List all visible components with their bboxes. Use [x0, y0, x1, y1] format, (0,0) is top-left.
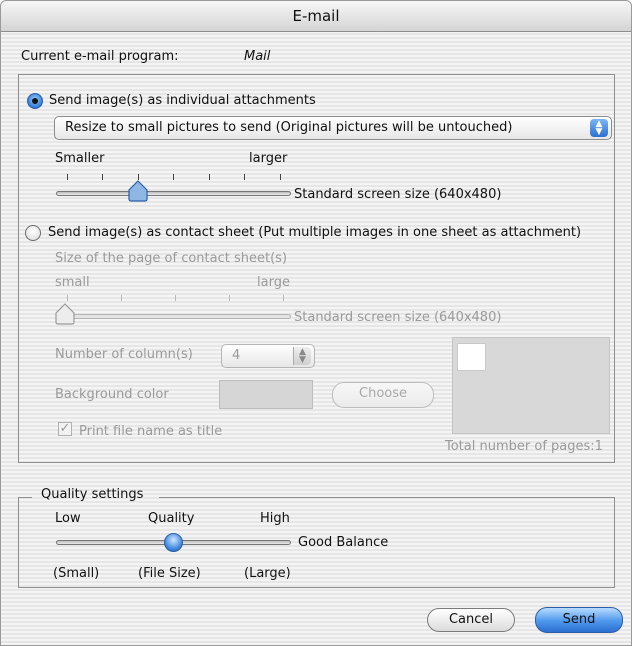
print-name-label[interactable]: Print file name as title — [79, 424, 222, 439]
contact-sheet-label[interactable]: Send image(s) as contact sheet (Put mult… — [48, 225, 581, 240]
page-slider-value-label: Standard screen size (640x480) — [294, 310, 502, 325]
slider-tick — [244, 174, 245, 180]
slider-tick — [67, 295, 68, 301]
size-slider-thumb[interactable] — [126, 179, 150, 203]
quality-group-label: Quality settings — [41, 487, 144, 502]
total-pages-label: Total number of pages:1 — [445, 439, 603, 454]
page-slider-min-label: small — [55, 275, 90, 290]
resize-popup[interactable]: Resize to small pictures to send (Origin… — [54, 116, 612, 140]
slider-tick — [173, 174, 174, 180]
slider-tick — [209, 174, 210, 180]
quality-large-label: (Large) — [244, 566, 291, 581]
quality-low-label: Low — [55, 511, 81, 526]
quality-high-label: High — [260, 511, 290, 526]
slider-tick — [175, 295, 176, 301]
page-size-label: Size of the page of contact sheet(s) — [55, 251, 288, 266]
individual-attachments-radio[interactable] — [27, 93, 43, 109]
window-title: E-mail — [1, 1, 631, 32]
slider-tick — [280, 174, 281, 180]
quality-value-label: Good Balance — [298, 535, 389, 550]
contact-sheet-radio[interactable] — [25, 225, 41, 241]
columns-label: Number of column(s) — [55, 347, 193, 362]
slider-tick — [229, 295, 230, 301]
size-slider-value-label: Standard screen size (640x480) — [294, 187, 502, 202]
size-slider-min-label: Smaller — [55, 151, 105, 166]
individual-attachments-label[interactable]: Send image(s) as individual attachments — [49, 93, 316, 108]
size-slider-track[interactable] — [56, 191, 291, 196]
quality-mid-label: Quality — [148, 511, 195, 526]
background-color-label: Background color — [55, 387, 169, 402]
quality-slider-thumb[interactable] — [164, 533, 183, 552]
contact-sheet-preview — [452, 337, 610, 434]
resize-popup-value: Resize to small pictures to send (Origin… — [65, 120, 513, 135]
email-dialog: E-mail Current e-mail program: Mail Send… — [0, 0, 632, 646]
page-slider-thumb[interactable] — [53, 302, 77, 326]
print-name-checkbox[interactable]: ✓ — [58, 422, 72, 436]
popup-arrows-icon: ▲ ▼ — [590, 119, 608, 137]
current-program-value: Mail — [244, 49, 271, 64]
cancel-button[interactable]: Cancel — [427, 608, 515, 632]
page-slider-track[interactable] — [56, 314, 291, 319]
slider-tick — [283, 295, 284, 301]
size-slider-max-label: larger — [249, 151, 288, 166]
page-slider-max-label: large — [257, 275, 290, 290]
slider-tick — [102, 174, 103, 180]
preview-thumbnail — [457, 343, 486, 371]
slider-tick — [67, 174, 68, 180]
quality-small-label: (Small) — [53, 566, 100, 581]
columns-stepper[interactable]: 4 ▲ ▼ — [221, 344, 315, 368]
current-program-label: Current e-mail program: — [21, 49, 179, 64]
choose-button[interactable]: Choose — [332, 382, 434, 408]
background-color-swatch[interactable] — [219, 380, 313, 409]
slider-tick — [121, 295, 122, 301]
stepper-arrows-icon[interactable]: ▲ ▼ — [293, 347, 311, 365]
columns-value: 4 — [232, 348, 241, 363]
quality-filesize-label: (File Size) — [138, 566, 201, 581]
send-button[interactable]: Send — [535, 607, 623, 633]
